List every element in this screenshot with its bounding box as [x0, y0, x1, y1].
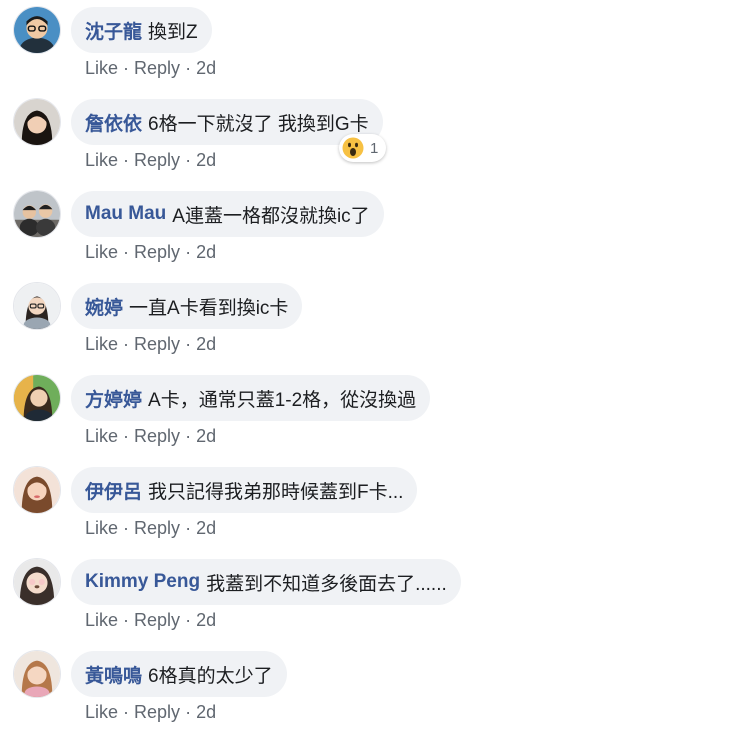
like-link[interactable]: Like: [85, 150, 118, 170]
comment-actions: Like · Reply · 2d: [85, 150, 216, 171]
like-link[interactable]: Like: [85, 610, 118, 630]
reply-link[interactable]: Reply: [134, 610, 180, 630]
comment-actions: Like · Reply · 2d: [85, 426, 216, 447]
comment-timestamp[interactable]: 2d: [196, 610, 216, 630]
separator: ·: [123, 150, 130, 170]
comment-text: 6格真的太少了: [148, 665, 273, 687]
avatar[interactable]: [13, 190, 61, 238]
avatar[interactable]: [13, 6, 61, 54]
avatar[interactable]: [13, 98, 61, 146]
separator: ·: [185, 334, 192, 354]
separator: ·: [123, 426, 130, 446]
comment-item: 方婷婷 A卡，通常只蓋1-2格，從沒換過 Like · Reply · 2d: [0, 368, 730, 460]
comment-item: Mau Mau A連蓋一格都沒就換ic了 Like · Reply · 2d: [0, 184, 730, 276]
reply-link[interactable]: Reply: [134, 334, 180, 354]
comment-author[interactable]: 沈子龍: [85, 17, 142, 44]
comment-actions: Like · Reply · 2d: [85, 242, 216, 263]
comment-timestamp[interactable]: 2d: [196, 518, 216, 538]
comment-text: 6格一下就沒了 我換到G卡: [148, 113, 369, 135]
comment-timestamp[interactable]: 2d: [196, 334, 216, 354]
comment-timestamp[interactable]: 2d: [196, 702, 216, 722]
separator: ·: [185, 242, 192, 262]
reaction-count: 1: [370, 139, 379, 157]
separator: ·: [185, 518, 192, 538]
comment-bubble: 婉婷 一直A卡看到換ic卡: [71, 283, 303, 329]
comment-text: 我蓋到不知道多後面去了......: [206, 573, 447, 595]
comment-timestamp[interactable]: 2d: [196, 58, 216, 78]
separator: ·: [185, 426, 192, 446]
separator: ·: [123, 58, 130, 78]
comment-bubble: 詹依依 6格一下就沒了 我換到G卡: [71, 99, 383, 145]
reply-link[interactable]: Reply: [134, 426, 180, 446]
comment-author[interactable]: 婉婷: [85, 293, 123, 320]
comment-text: A連蓋一格都沒就換ic了: [172, 205, 370, 227]
wow-reaction-icon: [342, 137, 364, 159]
avatar[interactable]: [13, 374, 61, 422]
comment-item: 黃鳴鳴 6格真的太少了 Like · Reply · 2d: [0, 644, 730, 736]
separator: ·: [123, 518, 130, 538]
comment-text: 一直A卡看到換ic卡: [129, 297, 289, 319]
like-link[interactable]: Like: [85, 334, 118, 354]
comment-bubble: 黃鳴鳴 6格真的太少了: [71, 651, 287, 697]
separator: ·: [185, 58, 192, 78]
separator: ·: [123, 610, 130, 630]
comment-item: Kimmy Peng 我蓋到不知道多後面去了...... Like · Reply ·…: [0, 552, 730, 644]
avatar[interactable]: [13, 466, 61, 514]
like-link[interactable]: Like: [85, 518, 118, 538]
avatar[interactable]: [13, 558, 61, 606]
separator: ·: [185, 150, 192, 170]
reply-link[interactable]: Reply: [134, 702, 180, 722]
comment-actions: Like · Reply · 2d: [85, 58, 216, 79]
like-link[interactable]: Like: [85, 426, 118, 446]
separator: ·: [185, 702, 192, 722]
like-link[interactable]: Like: [85, 58, 118, 78]
comment-actions: Like · Reply · 2d: [85, 702, 216, 723]
comment-bubble: Kimmy Peng 我蓋到不知道多後面去了......: [71, 559, 461, 605]
reply-link[interactable]: Reply: [134, 58, 180, 78]
comment-timestamp[interactable]: 2d: [196, 242, 216, 262]
comment-text: 換到Z: [148, 21, 198, 43]
comment-actions: Like · Reply · 2d: [85, 610, 216, 631]
comment-text: 我只記得我弟那時候蓋到F卡...: [148, 481, 404, 503]
reply-link[interactable]: Reply: [134, 518, 180, 538]
comment-author[interactable]: 方婷婷: [85, 385, 142, 412]
comment-list: 沈子龍 換到Z Like · Reply · 2d 詹依依 6格一下就沒了 我換到G卡 …: [0, 0, 730, 724]
comment-item: 伊伊呂 我只記得我弟那時候蓋到F卡... Like · Reply · 2d: [0, 460, 730, 552]
comment-item: 詹依依 6格一下就沒了 我換到G卡 1 Like · Reply · 2d: [0, 92, 730, 184]
comment-author[interactable]: 伊伊呂: [85, 477, 142, 504]
reply-link[interactable]: Reply: [134, 242, 180, 262]
reaction-badge[interactable]: 1: [339, 134, 387, 162]
comment-text: A卡，通常只蓋1-2格，從沒換過: [148, 389, 417, 411]
avatar[interactable]: [13, 650, 61, 698]
like-link[interactable]: Like: [85, 242, 118, 262]
separator: ·: [123, 334, 130, 354]
comment-timestamp[interactable]: 2d: [196, 150, 216, 170]
comment-author[interactable]: Kimmy Peng: [85, 571, 200, 593]
separator: ·: [185, 610, 192, 630]
comment-actions: Like · Reply · 2d: [85, 518, 216, 539]
reply-link[interactable]: Reply: [134, 150, 180, 170]
comment-timestamp[interactable]: 2d: [196, 426, 216, 446]
comment-bubble: 伊伊呂 我只記得我弟那時候蓋到F卡...: [71, 467, 418, 513]
comment-actions: Like · Reply · 2d: [85, 334, 216, 355]
like-link[interactable]: Like: [85, 702, 118, 722]
comment-author[interactable]: 黃鳴鳴: [85, 661, 142, 688]
comment-bubble: Mau Mau A連蓋一格都沒就換ic了: [71, 191, 384, 237]
comment-author[interactable]: 詹依依: [85, 109, 142, 136]
comment-bubble: 沈子龍 換到Z: [71, 7, 212, 53]
separator: ·: [123, 242, 130, 262]
comment-item: 沈子龍 換到Z Like · Reply · 2d: [0, 0, 730, 92]
comment-item: 婉婷 一直A卡看到換ic卡 Like · Reply · 2d: [0, 276, 730, 368]
avatar[interactable]: [13, 282, 61, 330]
comment-author[interactable]: Mau Mau: [85, 203, 166, 225]
comment-bubble: 方婷婷 A卡，通常只蓋1-2格，從沒換過: [71, 375, 431, 421]
separator: ·: [123, 702, 130, 722]
